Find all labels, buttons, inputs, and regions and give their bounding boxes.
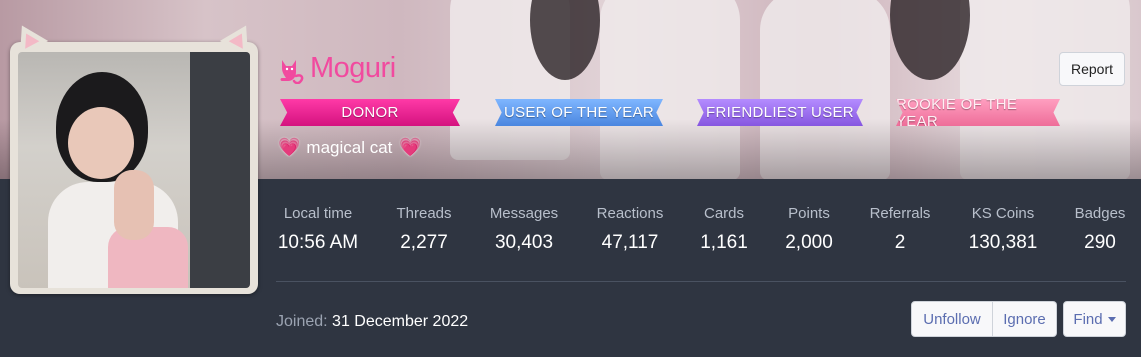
photo-wall [190,52,250,288]
ignore-button[interactable]: Ignore [993,301,1057,337]
photo-face [68,107,134,179]
stat-messages[interactable]: Messages 30,403 [478,205,570,254]
stat-ks-coins[interactable]: KS Coins 130,381 [958,205,1048,254]
follow-ignore-group: Unfollow Ignore [911,301,1057,337]
banner-donor: Donor [280,99,460,126]
stat-label: Messages [489,205,559,222]
stat-value: 290 [1084,232,1116,253]
report-button[interactable]: Report [1059,52,1125,86]
joined-label: Joined: [276,313,328,330]
stat-value: 1,161 [700,232,748,253]
banner-friendliest-label: Friendliest User [706,104,854,121]
username-text: Moguri [310,52,396,84]
heart-icon: 💗 [278,137,301,157]
stat-label: Cards [703,205,744,222]
stat-badges[interactable]: Badges 290 [1066,205,1134,254]
joined-value: 31 December 2022 [332,313,469,330]
banner-user-of-year: User of the Year [495,99,663,126]
stat-label: Reactions [596,205,664,222]
find-button-label: Find [1073,310,1103,328]
stat-value: 47,117 [601,232,659,253]
stat-threads[interactable]: Threads 2,277 [384,205,464,254]
avatar[interactable] [7,18,261,294]
divider [276,281,1126,282]
cat-icon [280,59,304,84]
username[interactable]: Moguri [278,52,396,85]
stat-label: Referrals [869,205,931,222]
custom-title-text: magical cat [306,137,393,157]
stat-label: KS Coins [971,205,1035,222]
banner-rookie-label: Rookie of the Year [896,95,1018,130]
stat-label: Local time [283,205,353,222]
stat-value: 2 [894,232,906,253]
stat-points[interactable]: Points 2,000 [774,205,844,254]
stat-label: Points [788,205,830,222]
banner-donor-label: Donor [341,104,399,121]
stat-value: 30,403 [494,232,554,253]
stat-cards[interactable]: Cards 1,161 [690,205,758,254]
stat-local-time: Local time 10:56 AM [268,205,368,254]
unfollow-button[interactable]: Unfollow [911,301,993,337]
stat-label: Threads [396,205,452,222]
stat-label: Badges [1074,205,1126,222]
stat-value: 2,277 [400,232,448,253]
banner-rookie-of-year: Rookie of the Year [896,99,1060,126]
avatar-photo [18,52,250,288]
custom-title: 💗 magical cat 💗 [278,137,422,158]
banner-user-of-year-label: User of the Year [503,104,655,121]
stat-value: 10:56 AM [277,232,359,253]
stat-value: 2,000 [785,232,833,253]
find-button[interactable]: Find [1063,301,1126,337]
caret-down-icon [1107,316,1116,322]
banner-hair [890,0,970,80]
stat-reactions[interactable]: Reactions 47,117 [583,205,677,254]
heart-icon: 💗 [399,137,422,157]
joined-date: Joined: 31 December 2022 [276,313,468,331]
photo-hand [114,170,154,240]
stat-referrals[interactable]: Referrals 2 [860,205,940,254]
stat-value: 130,381 [968,232,1038,253]
banner-friendliest-user: Friendliest User [697,99,863,126]
